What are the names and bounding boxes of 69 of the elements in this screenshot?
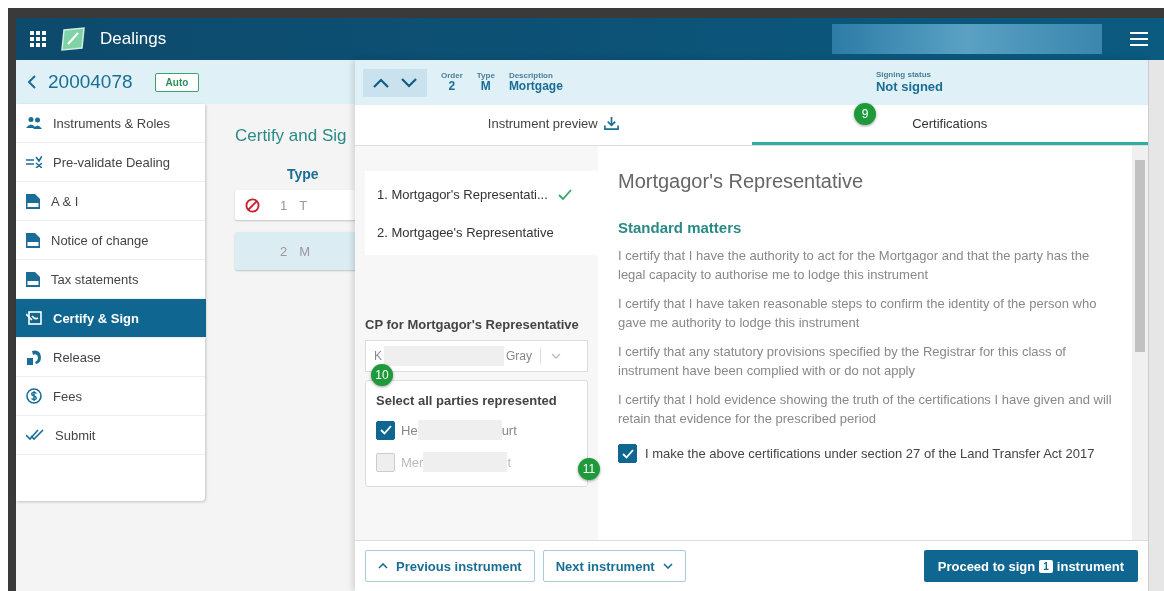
section-subheading: Standard matters [618,219,743,236]
chevron-icon [551,353,562,359]
proceed-button[interactable]: Proceed to sign 1 instrument [923,550,1138,582]
back-icon[interactable] [28,75,36,89]
tab[interactable]: Instrument preview [355,105,752,145]
field-label: CP for Mortgagor's Representative [365,317,580,332]
sidebar-item[interactable]: Instruments & Roles [16,104,205,143]
scrollbar[interactable] [1148,60,1164,591]
checkbox[interactable] [618,444,637,463]
type-cell: T [299,197,308,213]
type-label: Type [476,72,495,81]
signature-icon [26,311,42,325]
checkbox[interactable] [376,420,395,440]
status-value: Not signed [875,79,944,94]
certification-text: I certify that any statutory provisions specified by the Registrar for this class of instrument have been complied with or do not apply [618,343,1067,380]
order-cell: 1 [280,197,288,213]
role-item[interactable]: 1. Mortgagor's Representati... [365,175,598,213]
menu-icon[interactable] [1130,32,1148,46]
sidebar-item[interactable]: Certify & Sign [16,299,206,338]
document-icon [26,232,40,248]
double-check-icon [26,429,44,441]
party-name-end: t [507,454,511,470]
sidebar-item[interactable]: Release [16,338,205,377]
order-label: Order [441,72,463,81]
sidebar-item[interactable]: A & I [16,182,205,221]
column-header: Type [287,166,320,182]
section-title: Mortgagor's Representative [618,170,865,193]
sidebar-item[interactable]: Submit [16,416,205,455]
description-value: Mortgage [508,80,563,93]
sidebar-item[interactable]: Pre-validate Dealing [16,143,205,182]
type-cell: M [299,243,311,259]
dealing-number: 20004078 [48,71,133,93]
logo-icon [60,27,86,51]
party-name-start: He [401,422,418,438]
hand-icon [26,349,42,365]
up-icon[interactable] [373,77,389,88]
next-button[interactable]: Next instrument [542,550,686,582]
scrollbar[interactable] [1132,146,1148,540]
check-icon [621,448,634,459]
certification-text: I certify that I have taken reasonable steps to confirm the identity of the person who gave me authority to lodge this instrument [618,295,1098,332]
document-icon [26,271,40,287]
previous-button[interactable]: Previous instrument [365,550,535,582]
type-value: M [480,80,491,93]
sidebar-item[interactable]: Fees [16,377,205,416]
certification-text: I certify that I hold evidence showing the truth of the certifications I have given and will retain that evidence for the prescribed period [618,391,1112,428]
down-icon[interactable] [401,77,417,88]
check-icon [379,425,392,435]
certification-text: I certify that I have the authority to act for the Mortgagor and that the party has the legal capacity to authorise me to lodge this instrument [618,247,1091,284]
document-icon [26,193,40,209]
dollar-icon [26,388,42,404]
app-title: Dealings [100,29,167,49]
checkbox-label: I make the above certifications under section 27 of the Land Transfer Act 2017 [645,446,1095,461]
role-item[interactable]: 2. Mortgagee's Representative [365,213,598,251]
description-label: Description [508,72,553,81]
sidebar-item[interactable]: Notice of change [16,221,205,260]
party-name-start: Mer [401,454,424,470]
people-icon [26,116,42,130]
parties-title: Select all parties represented [376,393,558,408]
download-icon [603,116,619,131]
order-value: 2 [448,80,456,93]
checklist-icon [26,156,42,168]
status-label: Signing status [875,71,931,80]
page-heading: Certify and Sig [235,126,348,146]
order-cell: 2 [280,243,288,259]
party-name-end: urt [501,422,517,438]
chevron-down-icon [662,563,673,569]
chevron-up-icon [378,563,388,569]
auto-badge: Auto [154,72,200,92]
app-grid-icon[interactable] [30,31,46,47]
